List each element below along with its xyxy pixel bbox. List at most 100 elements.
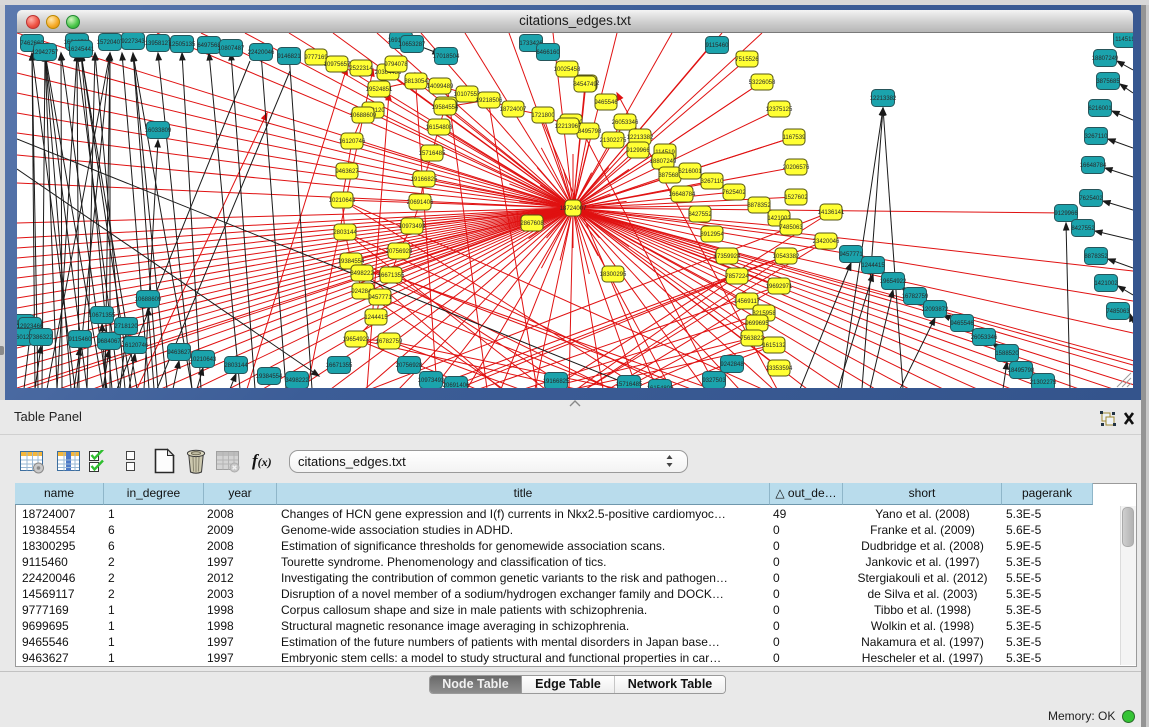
svg-text:16648784: 16648784 [1080, 163, 1107, 169]
svg-text:1244415: 1244415 [861, 263, 885, 269]
svg-text:9794078: 9794078 [384, 62, 408, 68]
svg-text:12942757: 12942757 [32, 50, 59, 56]
svg-text:16245441: 16245441 [68, 47, 95, 53]
svg-text:7485063: 7485063 [1106, 309, 1130, 315]
svg-text:8454749: 8454749 [573, 82, 597, 88]
svg-text:19384554: 19384554 [338, 259, 365, 265]
svg-text:23420046: 23420046 [813, 239, 840, 245]
svg-text:3875685: 3875685 [1096, 79, 1120, 85]
svg-text:10688609: 10688609 [135, 297, 162, 303]
svg-text:9227343: 9227343 [121, 39, 145, 45]
svg-text:19524851: 19524851 [366, 87, 393, 93]
svg-text:18724007: 18724007 [560, 206, 587, 212]
svg-text:20691406: 20691406 [443, 383, 470, 388]
svg-text:9129966: 9129966 [626, 148, 650, 154]
svg-text:12213967: 12213967 [555, 124, 582, 130]
svg-text:9242848: 9242848 [720, 362, 744, 368]
svg-text:20756928: 20756928 [396, 363, 423, 369]
svg-text:16648784: 16648784 [669, 192, 696, 198]
svg-text:7386322: 7386322 [29, 335, 53, 341]
svg-text:18807249: 18807249 [650, 159, 677, 165]
svg-text:1421002: 1421002 [1094, 281, 1118, 287]
svg-text:9777169: 9777169 [304, 55, 328, 61]
svg-text:18300295: 18300295 [600, 272, 627, 278]
svg-text:16154808: 16154808 [426, 125, 453, 131]
svg-text:6216001: 6216001 [678, 169, 702, 175]
svg-text:18807249: 18807249 [1092, 56, 1119, 62]
svg-text:19166825: 19166825 [543, 379, 570, 385]
svg-text:14136141: 14136141 [818, 210, 845, 216]
svg-text:19384554: 19384554 [256, 374, 283, 380]
svg-text:9457771: 9457771 [839, 252, 863, 258]
svg-text:7485063: 7485063 [779, 225, 803, 231]
svg-text:19654922: 19654922 [343, 337, 370, 343]
svg-text:7625402: 7625402 [1079, 196, 1103, 202]
svg-text:21302275: 21302275 [1030, 380, 1057, 386]
svg-text:10653287: 10653287 [399, 42, 426, 48]
svg-text:10025458: 10025458 [554, 67, 581, 73]
svg-text:19654922: 19654922 [880, 279, 907, 285]
svg-text:1527602: 1527602 [784, 195, 808, 201]
svg-text:8912954: 8912954 [700, 232, 724, 238]
svg-text:10671355: 10671355 [89, 313, 116, 319]
svg-text:9327503: 9327503 [702, 378, 726, 384]
svg-text:20206576: 20206576 [783, 165, 810, 171]
svg-text:2803144: 2803144 [333, 230, 357, 236]
svg-text:19218506: 19218506 [476, 98, 503, 104]
svg-text:9465546: 9465546 [950, 321, 974, 327]
svg-text:12505135: 12505135 [169, 42, 196, 48]
svg-text:16671355: 16671355 [378, 273, 405, 279]
svg-text:6466160: 6466160 [536, 50, 560, 56]
svg-text:12375125: 12375125 [766, 107, 793, 113]
svg-text:26053346: 26053346 [612, 120, 639, 126]
svg-text:10210643: 10210643 [329, 198, 356, 204]
svg-text:2803144: 2803144 [224, 363, 248, 369]
svg-text:8427552: 8427552 [688, 212, 712, 218]
svg-text:9463627: 9463627 [335, 169, 359, 175]
svg-text:9115460: 9115460 [69, 337, 93, 343]
svg-text:1588520: 1588520 [995, 351, 1019, 357]
svg-text:7625402: 7625402 [722, 190, 746, 196]
svg-text:10543382: 10543382 [773, 254, 800, 260]
svg-text:17018504: 17018504 [433, 54, 460, 60]
svg-text:9129966: 9129966 [1054, 211, 1078, 217]
svg-text:10973493: 10973493 [418, 378, 445, 384]
svg-text:10210643: 10210643 [190, 357, 217, 363]
svg-text:22420046: 22420046 [248, 50, 275, 56]
svg-text:7857224: 7857224 [725, 274, 749, 280]
svg-text:17359928: 17359928 [714, 254, 741, 260]
svg-text:19166825: 19166825 [411, 177, 438, 183]
svg-text:16782759: 16782759 [902, 294, 929, 300]
svg-text:1721800: 1721800 [531, 113, 555, 119]
svg-text:9457771: 9457771 [368, 295, 392, 301]
svg-text:14099489: 14099489 [427, 84, 454, 90]
svg-text:12213382: 12213382 [870, 96, 897, 102]
svg-text:3267110: 3267110 [1085, 134, 1109, 140]
svg-text:15716485: 15716485 [616, 382, 643, 388]
svg-text:8427552: 8427552 [1071, 226, 1095, 232]
svg-text:12093872: 12093872 [922, 307, 949, 313]
svg-text:15716485: 15716485 [419, 151, 446, 157]
svg-text:9465546: 9465546 [594, 100, 618, 106]
svg-text:26053346: 26053346 [971, 335, 998, 341]
svg-text:9699695: 9699695 [745, 321, 769, 327]
svg-text:9115460: 9115460 [706, 43, 730, 49]
svg-text:1167539: 1167539 [783, 135, 807, 141]
svg-text:7515526: 7515526 [735, 57, 759, 63]
svg-text:2522314: 2522314 [349, 66, 373, 72]
svg-text:14569117: 14569117 [734, 299, 761, 305]
svg-text:114519: 114519 [1115, 37, 1133, 43]
svg-text:9684067: 9684067 [97, 339, 121, 345]
svg-text:16120746: 16120746 [122, 343, 149, 349]
svg-text:1244415: 1244415 [364, 315, 388, 321]
svg-text:7563822: 7563822 [740, 336, 764, 342]
svg-text:16782759: 16782759 [376, 339, 403, 345]
svg-text:2867608: 2867608 [520, 221, 544, 227]
svg-text:16033809: 16033809 [145, 128, 172, 134]
svg-text:1615132: 1615132 [762, 343, 786, 349]
svg-text:21302275: 21302275 [600, 138, 627, 144]
svg-text:15720407: 15720407 [97, 40, 124, 46]
svg-text:2718120: 2718120 [114, 324, 138, 330]
svg-text:13353594: 13353594 [766, 366, 793, 372]
svg-text:9146821: 9146821 [277, 54, 301, 60]
